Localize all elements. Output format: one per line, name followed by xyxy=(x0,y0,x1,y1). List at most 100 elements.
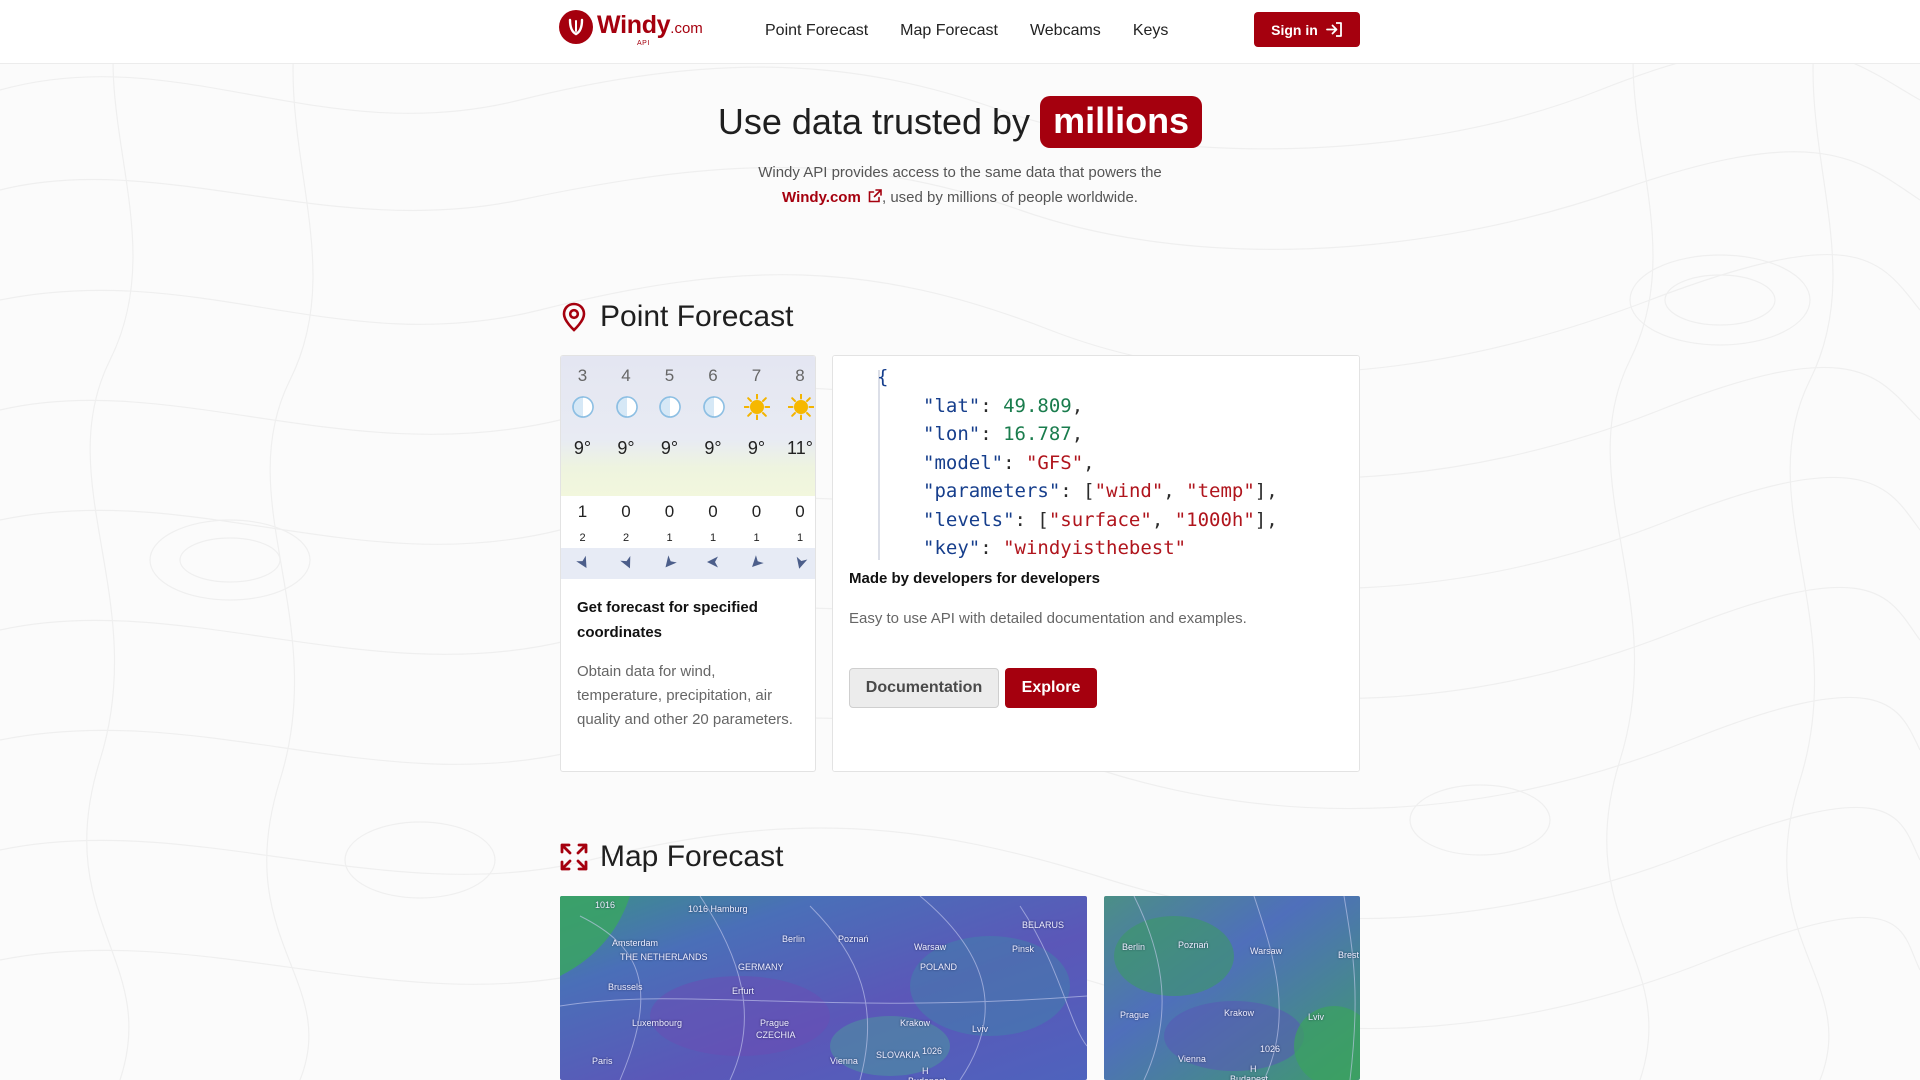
map-place-label: Budapest xyxy=(1230,1074,1269,1080)
moon-icon xyxy=(659,396,681,418)
external-link-icon xyxy=(868,188,882,202)
logo-wordmark: Windy xyxy=(597,10,671,39)
forecast-precipitation: 0 xyxy=(795,502,805,521)
code-indent-guide xyxy=(878,370,880,560)
forecast-temperature: 9° xyxy=(573,438,592,458)
map-place-label: Berlin xyxy=(782,934,806,944)
forecast-hour: 5 xyxy=(664,366,675,385)
main-nav: Point Forecast Map Forecast Webcams Keys xyxy=(765,22,1200,40)
developer-card: {"lat": 49.809, "lon": 16.787, "model": "G… xyxy=(832,355,1360,772)
forecast-precipitation: 0 xyxy=(751,502,762,521)
forecast-hour: 3 xyxy=(577,366,588,385)
map-pin-icon xyxy=(562,302,586,332)
windy-com-link[interactable]: Windy.com xyxy=(782,189,882,206)
hero-title: Use data trusted by millions xyxy=(0,96,1920,148)
forecast-hour: 4 xyxy=(621,366,631,385)
forecast-precipitation: 0 xyxy=(621,502,631,521)
explore-button[interactable]: Explore xyxy=(1005,668,1097,708)
sign-in-button[interactable]: Sign in xyxy=(1254,12,1360,47)
wind-direction-icon xyxy=(665,555,677,568)
forecast-widget-card: 3 9° 1 2 4 9° 0 2 5 9° 0 1 6 9° 0 1 7 9° 0 1 8 11° 0 1 Get fore… xyxy=(560,355,816,772)
forecast-hour: 8 xyxy=(795,366,805,385)
map-place-label: 1016 xyxy=(595,900,616,910)
map-forecast-preview-large[interactable]: 1016 1016 Hamburg Amsterdam THE NETHERLANDS… xyxy=(560,896,1087,1080)
forecast-precipitation: 0 xyxy=(708,502,718,521)
sun-icon xyxy=(744,394,770,420)
wind-direction-icon xyxy=(619,556,630,569)
nav-webcams[interactable]: Webcams xyxy=(1030,22,1101,40)
map-place-label: Pinsk xyxy=(1012,944,1035,954)
logo-api-label: API xyxy=(637,39,650,47)
forecast-temperature: 9° xyxy=(704,438,722,458)
documentation-button[interactable]: Documentation xyxy=(849,668,999,708)
forecast-precipitation: 1 xyxy=(577,502,588,521)
map-place-label: Prague xyxy=(1120,1010,1150,1020)
forecast-temperature: 9° xyxy=(747,438,766,458)
map-forecast-preview-small[interactable]: Berlin Poznań Warsaw Brest Prague Krakow Lviv V… xyxy=(1104,896,1360,1080)
map-place-label: BELARUS xyxy=(1022,920,1065,930)
windy-logo-icon xyxy=(559,10,593,44)
developer-card-body: Made by developers for developers Easy t… xyxy=(833,561,1359,771)
map-place-label: Poznań xyxy=(1178,940,1209,950)
developer-card-title: Made by developers for developers xyxy=(849,570,1100,587)
point-forecast-heading-row: Point Forecast xyxy=(560,300,793,334)
code-open-brace: { xyxy=(877,366,889,388)
map-place-label: Krakow xyxy=(1224,1008,1255,1018)
map-place-label: 1026 xyxy=(1260,1044,1281,1054)
hero-subtitle-text-end: , used by millions of people worldwide. xyxy=(881,188,1138,206)
forecast-temperature: 9° xyxy=(660,438,679,458)
map-forecast-heading-row: Map Forecast xyxy=(560,840,783,874)
wind-direction-icon xyxy=(796,556,807,569)
hero-subtitle: Windy API provides access to the same da… xyxy=(755,161,1165,210)
forecast-card-title: Get forecast for specified coordinates xyxy=(577,599,758,641)
moon-icon xyxy=(615,396,638,418)
nav-point-forecast[interactable]: Point Forecast xyxy=(765,22,868,40)
code-parameters: "parameters": ["wind", "temp"], xyxy=(923,480,1278,502)
logo-domain: .com xyxy=(670,19,703,37)
forecast-hour: 6 xyxy=(708,366,718,385)
sign-in-label: Sign in xyxy=(1271,21,1318,38)
map-place-label: 1026 xyxy=(922,1046,943,1056)
forecast-wind-speed: 1 xyxy=(709,532,717,544)
map-place-label: Krakow xyxy=(900,1018,931,1028)
top-navbar: Windy.com API Point Forecast Map Forecas… xyxy=(0,0,1920,64)
map-place-label: 1016 Hamburg xyxy=(688,904,748,914)
map-place-label: Lviv xyxy=(1308,1012,1325,1022)
hero-title-highlight: millions xyxy=(1040,96,1203,148)
map-place-label: H xyxy=(922,1066,929,1076)
map-place-label: POLAND xyxy=(920,962,958,972)
code-key: "key": "windyisthebest" xyxy=(923,537,1187,559)
nav-keys[interactable]: Keys xyxy=(1133,22,1169,40)
nav-map-forecast[interactable]: Map Forecast xyxy=(900,22,998,40)
windy-com-link-label: Windy.com xyxy=(782,188,861,206)
sign-in-icon xyxy=(1325,22,1342,37)
forecast-card-text: Obtain data for wind, temperature, preci… xyxy=(577,663,793,728)
map-place-label: Budapest xyxy=(908,1076,946,1080)
wind-map-small xyxy=(1104,896,1360,1080)
developer-card-text: Easy to use API with detailed documentat… xyxy=(849,610,1247,627)
map-place-label: Luxembourg xyxy=(632,1018,683,1028)
map-place-label: Warsaw xyxy=(1250,946,1283,956)
point-forecast-heading: Point Forecast xyxy=(600,300,794,333)
map-place-label: Brest xyxy=(1338,950,1360,960)
code-lat: "lat": 49.809, xyxy=(923,394,1084,417)
map-place-label: Lviv xyxy=(972,1024,989,1034)
map-place-label: Erfurt xyxy=(732,986,755,996)
map-place-label: Warsaw xyxy=(914,942,947,952)
map-place-label: Brussels xyxy=(608,982,643,992)
forecast-card-body: Get forecast for specified coordinates O… xyxy=(561,579,815,732)
forecast-temperature: 11° xyxy=(787,438,813,458)
forecast-widget: 3 9° 1 2 4 9° 0 2 5 9° 0 1 6 9° 0 1 7 9° 0 1 8 11° 0 1 xyxy=(561,356,815,579)
code-levels: "levels": ["surface", "1000h"], xyxy=(923,508,1278,531)
wind-direction-icon xyxy=(752,555,764,567)
map-place-label: GERMANY xyxy=(738,962,784,972)
forecast-wind-speed: 2 xyxy=(622,532,630,544)
forecast-temperature: 9° xyxy=(617,438,635,458)
forecast-precipitation: 0 xyxy=(664,502,675,521)
forecast-wind-band xyxy=(561,548,815,579)
page: Windy.com API Point Forecast Map Forecas… xyxy=(0,0,1920,1080)
windy-logo[interactable]: Windy.com API xyxy=(559,10,703,47)
forecast-wind-speed: 2 xyxy=(579,532,586,544)
sun-icon xyxy=(787,394,814,420)
code-model: "model": "GFS", xyxy=(923,451,1095,474)
